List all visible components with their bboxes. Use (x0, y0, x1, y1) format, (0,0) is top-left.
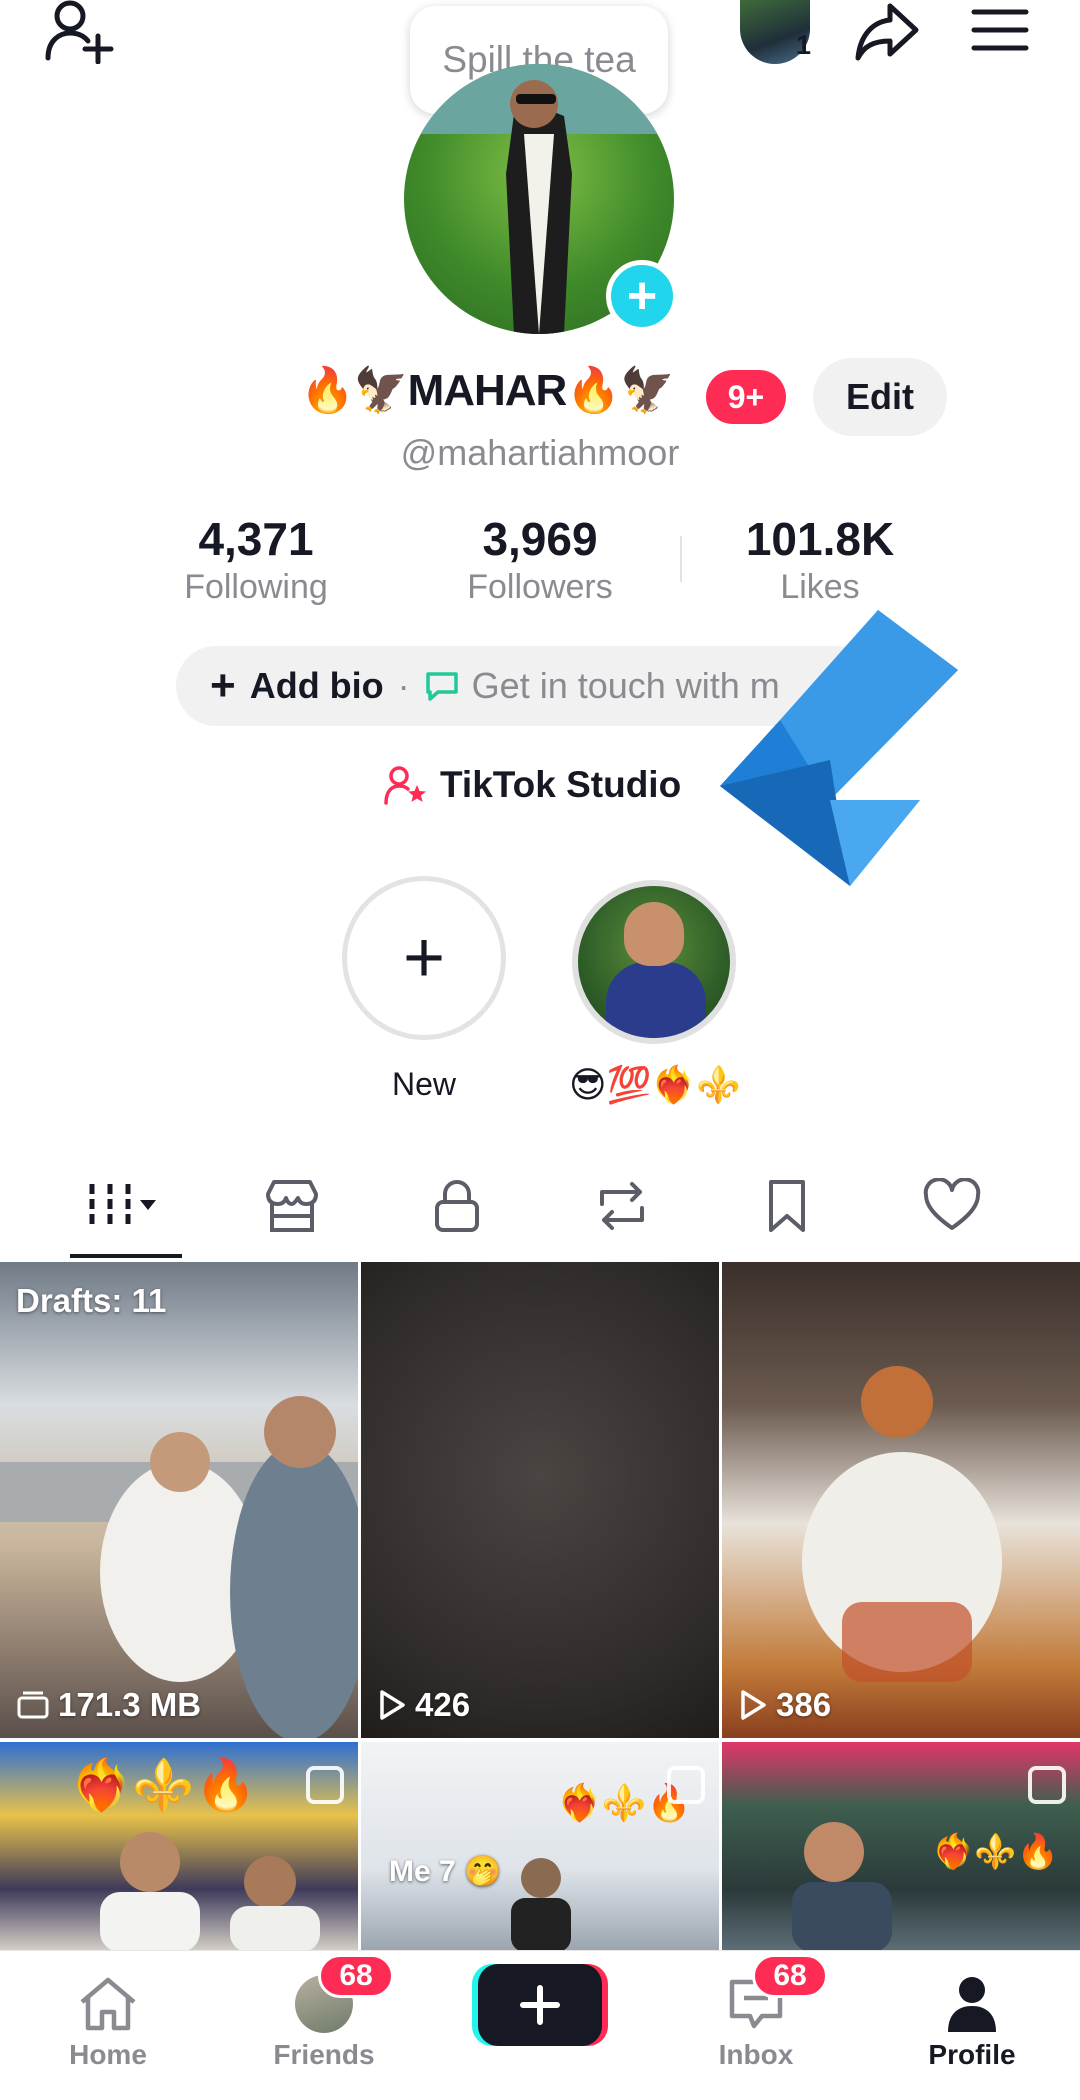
edit-profile-button[interactable]: Edit (813, 358, 947, 436)
following-count: 4,371 (198, 513, 314, 565)
create-button[interactable] (478, 1964, 602, 2046)
drafts-tile[interactable]: Drafts: 11 171.3 MB (0, 1262, 358, 1738)
drafts-size-value: 171.3 MB (58, 1686, 202, 1723)
likes-count: 101.8K (745, 513, 895, 565)
chat-bubble-icon (424, 668, 460, 704)
account-count: 1 (796, 30, 812, 60)
repost-icon (600, 1182, 644, 1230)
plus-icon (520, 1985, 560, 2025)
add-avatar-plus-icon[interactable]: + (606, 260, 678, 332)
story-figure-face (624, 902, 684, 966)
multi-photo-icon (306, 1766, 344, 1804)
followers-stat[interactable]: 3,969 Followers (410, 512, 670, 607)
active-tab-underline (70, 1254, 182, 1258)
view-count: 426 (377, 1686, 470, 1724)
bio-separator: · (397, 665, 410, 706)
share-icon[interactable] (852, 0, 922, 64)
nav-profile-label: Profile (928, 2039, 1016, 2070)
multi-photo-icon (1028, 1766, 1066, 1804)
tiktok-studio-link[interactable]: TikTok Studio (384, 764, 681, 806)
new-highlight-label: New (391, 1066, 456, 1102)
followers-count: 3,969 (482, 513, 598, 565)
heart-icon (923, 1178, 981, 1230)
tile-emoji: ❤️‍🔥⚜️🔥 (932, 1833, 1060, 1871)
add-bio-plus-icon: + (210, 661, 236, 710)
story-figure-body (606, 962, 706, 1038)
tab-videos[interactable] (72, 1172, 172, 1240)
drafts-count-label: Drafts: 11 (16, 1282, 167, 1319)
drafts-size: 171.3 MB (16, 1686, 201, 1724)
new-highlight-button[interactable]: + (342, 876, 506, 1040)
multi-photo-icon (667, 1766, 705, 1804)
add-bio-label[interactable]: Add bio (250, 665, 384, 707)
view-count-value: 386 (776, 1686, 832, 1723)
menu-icon[interactable] (970, 4, 1030, 56)
home-icon (28, 1969, 188, 2039)
following-label: Following (184, 568, 328, 606)
pointer-arrow-icon (700, 610, 960, 890)
nav-home-label: Home (69, 2039, 147, 2070)
tab-private[interactable] (407, 1172, 507, 1240)
inbox-badge: 68 (752, 1954, 828, 1998)
stat-divider (680, 536, 682, 582)
studio-user-star-icon (384, 765, 428, 805)
bookmark-icon (769, 1180, 805, 1232)
folder-icon (17, 1691, 49, 1719)
play-icon (741, 1690, 766, 1720)
tile-emoji: ❤️‍🔥⚜️🔥 (70, 1757, 257, 1813)
tab-reposts[interactable] (572, 1172, 672, 1240)
video-tile[interactable]: ❤️‍🔥⚜️🔥 (722, 1742, 1080, 1952)
nav-profile[interactable]: Profile (892, 1969, 1052, 2071)
videos-grid-icon (89, 1184, 156, 1228)
tile-caption: Me 7 🤭 (389, 1855, 502, 1888)
story-highlight[interactable] (572, 880, 736, 1044)
profile-icon (892, 1969, 1052, 2039)
tab-saved[interactable] (737, 1172, 837, 1240)
play-icon (380, 1690, 405, 1720)
add-friend-icon[interactable] (40, 0, 120, 64)
friends-badge: 68 (318, 1954, 394, 1998)
notification-badge[interactable]: 9+ (706, 370, 786, 424)
video-tile[interactable]: 386 (722, 1262, 1080, 1738)
followers-label: Followers (467, 568, 613, 606)
following-stat[interactable]: 4,371 Following (126, 512, 386, 607)
nav-inbox-label: Inbox (718, 2039, 794, 2070)
nav-friends-label: Friends (273, 2039, 375, 2070)
tiktok-studio-label: TikTok Studio (440, 764, 682, 805)
video-tile[interactable]: ❤️‍🔥⚜️🔥 (0, 1742, 358, 1952)
lock-icon (435, 1180, 479, 1232)
tab-liked[interactable] (902, 1172, 1002, 1240)
plus-icon: + (402, 918, 446, 998)
story-highlight-label: 😎💯❤️‍🔥⚜️ (568, 1064, 741, 1105)
nav-home[interactable]: Home (28, 1969, 188, 2071)
video-tile[interactable]: ❤️‍🔥⚜️🔥 Me 7 🤭 (361, 1742, 719, 1952)
display-name: 🔥🦅MAHAR🔥🦅 (300, 366, 675, 415)
view-count-value: 426 (415, 1686, 471, 1723)
view-count: 386 (738, 1686, 831, 1724)
likes-stat[interactable]: 101.8K Likes (690, 512, 950, 607)
likes-label: Likes (780, 568, 860, 606)
video-tile[interactable]: 426 (361, 1262, 719, 1738)
username: @mahartiahmoor (400, 432, 680, 473)
shop-icon (266, 1180, 318, 1232)
tab-shop[interactable] (242, 1172, 342, 1240)
